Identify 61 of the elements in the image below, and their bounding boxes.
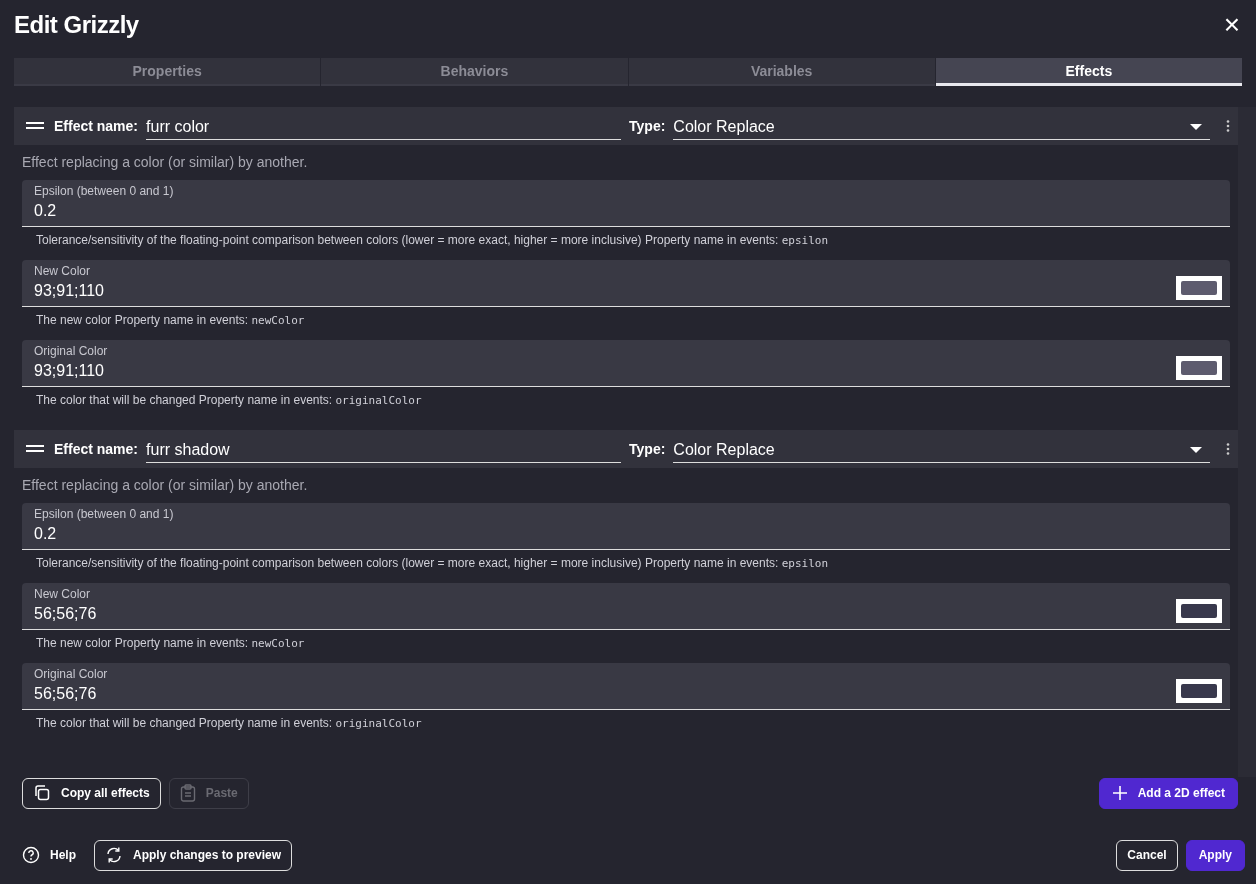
field-label: New Color — [34, 587, 91, 601]
field-value: 93;91;110 — [34, 362, 105, 380]
field-label: Epsilon (between 0 and 1) — [34, 507, 175, 521]
effect-name-field[interactable]: furr color — [146, 112, 622, 140]
parameter-field[interactable]: Epsilon (between 0 and 1) 0.2 — [22, 503, 1230, 550]
tab[interactable]: Effects — [935, 58, 1242, 86]
close-button[interactable]: × — [1221, 11, 1242, 39]
copy-all-effects-button[interactable]: Copy all effects — [22, 777, 161, 809]
field-label: Effect name: — [54, 118, 139, 134]
field-label: New Color — [34, 264, 91, 278]
refresh-icon — [105, 846, 123, 864]
field-label: Effect name: — [54, 441, 139, 457]
field-value: 56;56;76 — [34, 685, 98, 703]
tab[interactable]: Properties — [14, 58, 321, 86]
help-button[interactable]: Help — [22, 839, 80, 871]
effect-description: Effect replacing a color (or similar) by another. — [21, 476, 309, 495]
help-icon — [22, 846, 40, 864]
dropdown-caret-icon — [1190, 124, 1202, 130]
field-label: Type: — [629, 441, 666, 457]
add-effect-button[interactable]: Add a 2D effect — [1098, 777, 1238, 809]
color-swatch[interactable] — [1176, 356, 1222, 380]
type-dropdown[interactable]: Color Replace — [673, 435, 1210, 463]
type-dropdown[interactable]: Color Replace — [673, 112, 1210, 140]
help-text: Tolerance/sensitivity of the floating-point comparison between colors (lower = more exact, higher = more inclusive) Property name in events: epsilon — [35, 555, 830, 572]
parameter-field[interactable]: Epsilon (between 0 and 1) 0.2 — [22, 180, 1230, 227]
field-value: 0.2 — [34, 525, 58, 543]
color-swatch[interactable] — [1176, 599, 1222, 623]
color-swatch[interactable] — [1176, 679, 1222, 703]
tab[interactable]: Variables — [628, 58, 935, 86]
help-text: The color that will be changed Property name in events: originalColor — [35, 715, 423, 732]
field-label: Original Color — [34, 344, 109, 358]
help-text: Tolerance/sensitivity of the floating-point comparison between colors (lower = more exact, higher = more inclusive) Property name in events: epsilon — [35, 232, 830, 249]
field-label: Original Color — [34, 667, 109, 681]
parameter-field[interactable]: New Color 93;91;110 — [22, 260, 1230, 307]
effect-name-field[interactable]: furr shadow — [146, 435, 622, 463]
field-label: Epsilon (between 0 and 1) — [34, 184, 175, 198]
help-text: The new color Property name in events: newColor — [35, 635, 306, 652]
help-text: The new color Property name in events: newColor — [35, 312, 306, 329]
dialog-title: Edit Grizzly — [14, 11, 140, 39]
color-swatch[interactable] — [1176, 276, 1222, 300]
more-options-icon[interactable] — [1226, 443, 1230, 455]
effect-description: Effect replacing a color (or similar) by another. — [21, 153, 309, 172]
apply-button[interactable]: Apply — [1185, 839, 1245, 871]
apply-to-preview-button[interactable]: Apply changes to preview — [94, 839, 293, 871]
tab[interactable]: Behaviors — [321, 58, 628, 86]
field-value: 93;91;110 — [34, 282, 105, 300]
field-label: Type: — [629, 118, 666, 134]
clipboard-icon — [179, 784, 196, 802]
parameter-field[interactable]: Original Color 56;56;76 — [22, 663, 1230, 710]
parameter-field[interactable]: Original Color 93;91;110 — [22, 340, 1230, 387]
field-value: 56;56;76 — [34, 605, 98, 623]
copy-icon — [33, 784, 51, 802]
parameter-field[interactable]: New Color 56;56;76 — [22, 583, 1230, 630]
dropdown-caret-icon — [1190, 447, 1202, 453]
plus-icon — [1111, 785, 1128, 801]
field-value: 0.2 — [34, 202, 58, 220]
cancel-button[interactable]: Cancel — [1116, 839, 1178, 871]
help-text: The color that will be changed Property name in events: originalColor — [35, 392, 423, 409]
drag-handle-icon[interactable] — [26, 445, 44, 453]
more-options-icon[interactable] — [1226, 120, 1230, 132]
drag-handle-icon[interactable] — [26, 122, 44, 130]
